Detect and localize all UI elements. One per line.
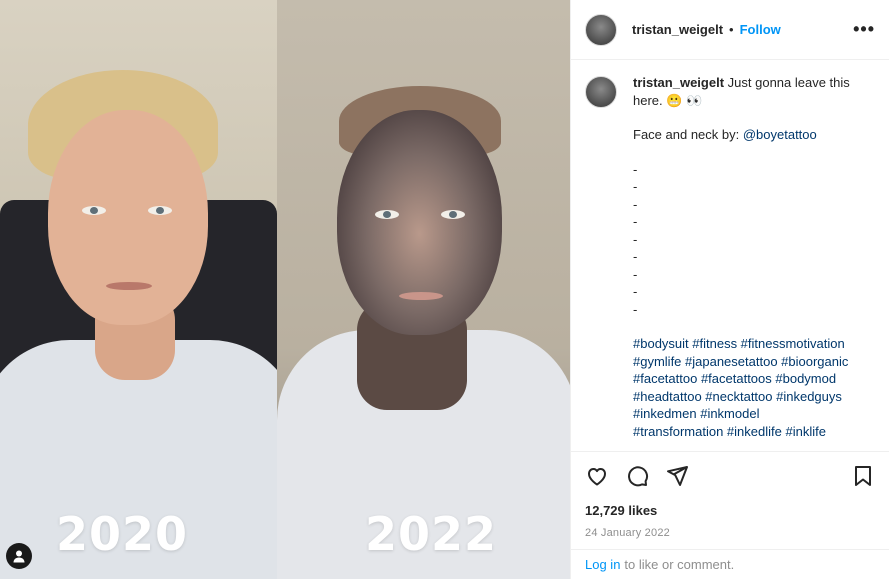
mouth <box>399 292 443 300</box>
login-footer: Log in to like or comment. <box>571 549 889 579</box>
caption-username[interactable]: tristan_weigelt <box>633 75 724 90</box>
dash-line: - <box>633 214 638 229</box>
dash-line: - <box>633 266 638 282</box>
login-link[interactable]: Log in <box>585 557 620 572</box>
user-tag-button[interactable] <box>6 543 32 569</box>
year-label-2020: 2020 <box>56 507 189 561</box>
face-before <box>48 110 208 325</box>
bookmark-icon <box>855 465 871 486</box>
eye <box>148 206 172 215</box>
more-options-icon[interactable]: ••• <box>853 19 875 40</box>
credit-prefix: Face and neck by: <box>633 127 743 142</box>
person-icon <box>13 550 25 563</box>
heart-icon <box>588 467 606 485</box>
login-prompt-text: to like or comment. <box>624 557 735 572</box>
mention-link[interactable]: @boyetattoo <box>743 127 817 142</box>
eye <box>441 210 465 219</box>
header-username[interactable]: tristan_weigelt <box>632 22 723 37</box>
like-button[interactable] <box>585 464 609 488</box>
eye <box>82 206 106 215</box>
dash-line: - <box>633 301 638 317</box>
eye <box>375 210 399 219</box>
caption-body: tristan_weigelt Just gonna leave this he… <box>633 74 875 440</box>
post-date: 24 January 2022 <box>585 527 670 539</box>
dash-line: - <box>633 284 638 299</box>
avatar[interactable] <box>585 13 617 46</box>
hashtag-line[interactable]: #gymlife #japanesetattoo #bioorganic <box>633 353 875 371</box>
save-button[interactable] <box>851 464 875 488</box>
dash-line: - <box>633 196 638 212</box>
tattooed-face <box>337 110 502 335</box>
instagram-post: 2020 2022 tristan_weigelt • Follow ••• t… <box>0 0 889 579</box>
dash-line: - <box>633 231 638 247</box>
caption: tristan_weigelt Just gonna leave this he… <box>585 74 875 440</box>
caption-section: tristan_weigelt Just gonna leave this he… <box>571 60 889 445</box>
hashtag-line[interactable]: #transformation #inkedlife #inklife <box>633 423 875 441</box>
credit-line: Face and neck by: @boyetattoo <box>633 126 875 144</box>
post-header: tristan_weigelt • Follow ••• <box>571 0 889 60</box>
avatar[interactable] <box>585 76 617 108</box>
comment-button[interactable] <box>625 464 649 488</box>
dash-line: - <box>633 249 638 264</box>
dash-line: - <box>633 179 638 194</box>
hashtag-line[interactable]: #facetattoo #facetattoos #bodymod <box>633 370 875 388</box>
comment-icon <box>628 465 649 486</box>
separator-dot: • <box>729 22 734 37</box>
photo-before: 2020 <box>0 0 277 579</box>
photo-after: 2022 <box>277 0 570 579</box>
mouth <box>106 282 152 290</box>
follow-button[interactable]: Follow <box>740 22 781 37</box>
post-media[interactable]: 2020 2022 <box>0 0 570 579</box>
hashtag-line[interactable]: #bodysuit #fitness #fitnessmotivation <box>633 335 875 353</box>
action-bar <box>571 451 889 499</box>
year-label-2022: 2022 <box>365 507 498 561</box>
share-icon <box>667 465 688 486</box>
post-side-panel: tristan_weigelt • Follow ••• tristan_wei… <box>570 0 889 579</box>
share-button[interactable] <box>665 464 689 488</box>
dash-line: - <box>633 161 638 177</box>
hashtag-line[interactable]: #headtattoo #necktattoo #inkedguys <box>633 388 875 406</box>
hashtag-line[interactable]: #inkedmen #inkmodel <box>633 405 875 423</box>
likes-count[interactable]: 12,729 likes <box>571 499 889 518</box>
